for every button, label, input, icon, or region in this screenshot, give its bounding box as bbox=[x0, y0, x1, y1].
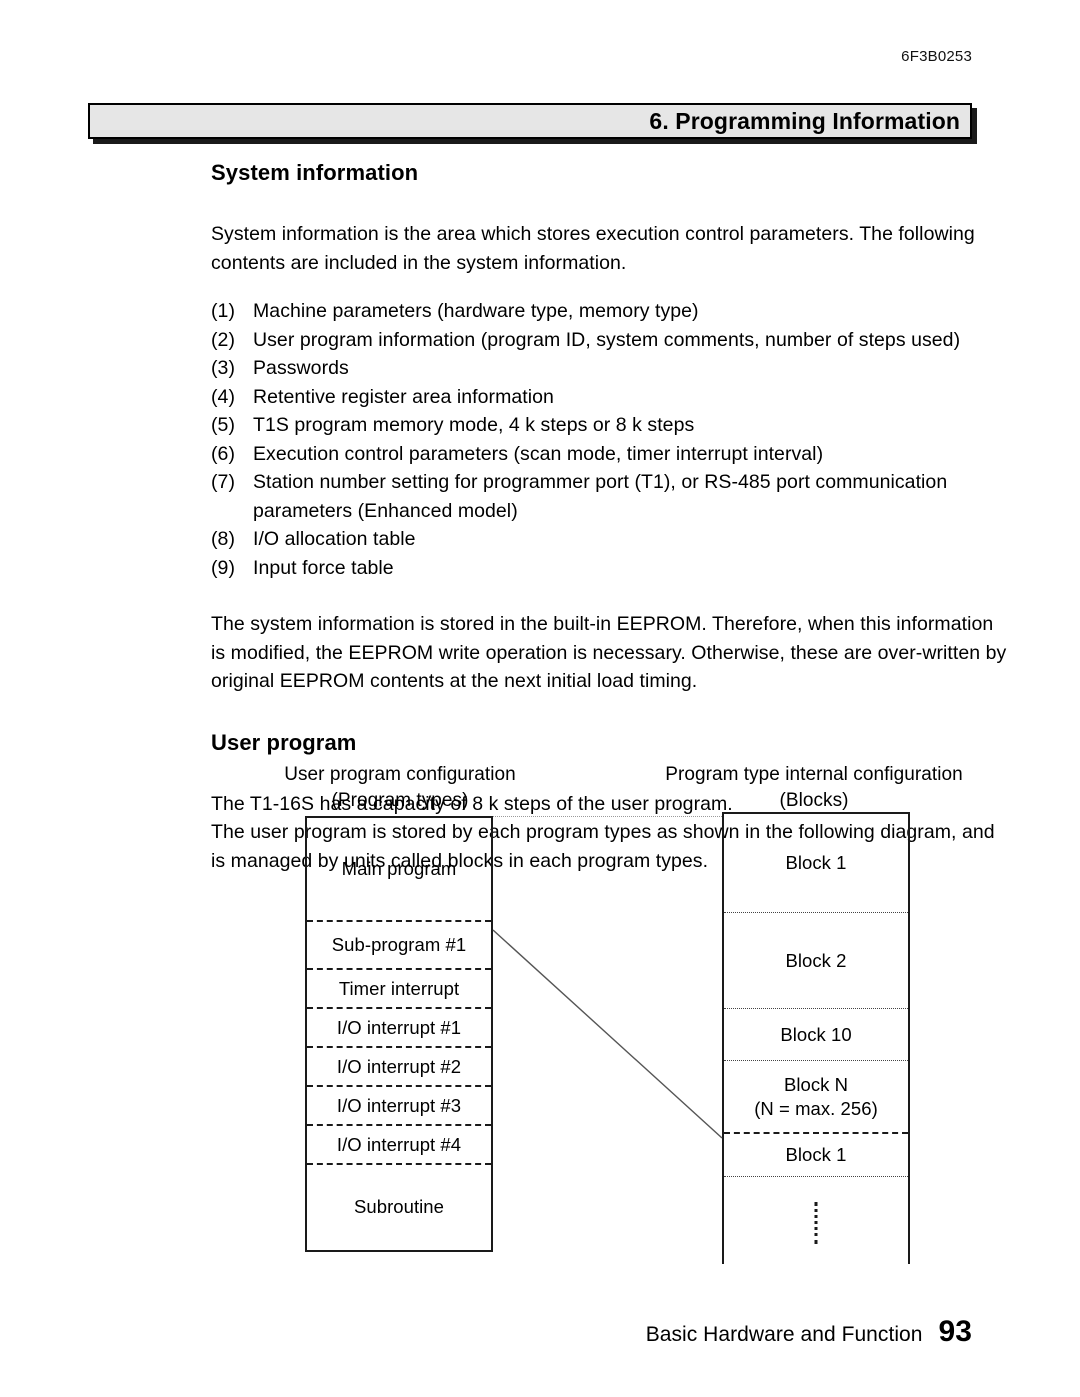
list-item-text: Machine parameters (hardware type, memor… bbox=[253, 300, 699, 322]
list-item-number: (9) bbox=[211, 556, 235, 579]
page-footer: Basic Hardware and Function 93 bbox=[646, 1315, 972, 1349]
list-item-text: Execution control parameters (scan mode,… bbox=[253, 442, 824, 465]
diagram-cell: I/O interrupt #2 bbox=[307, 1046, 491, 1085]
list-item-number: (7) bbox=[211, 471, 235, 493]
diagram-caption-left: User program configuration (Program type… bbox=[238, 762, 562, 814]
program-types-box: Main program Sub-program #1 Timer interrup… bbox=[305, 816, 493, 1252]
chapter-title-bar: 6. Programming Information bbox=[88, 103, 977, 144]
diagram-cell-sublabel: (N = max. 256) bbox=[754, 1097, 878, 1119]
list-item-text: Retentive register area information bbox=[253, 385, 554, 408]
system-information-list-item: (7) Station number setting for programmer… bbox=[211, 468, 1011, 525]
diagram-diagonal-connectors bbox=[492, 929, 723, 1139]
diagram-cell: Main program bbox=[307, 818, 491, 920]
diagram-cell: Sub-program #1 bbox=[307, 920, 491, 968]
diagram-caption-right-line2: (Blocks) bbox=[779, 790, 849, 811]
list-item-text: Passwords bbox=[253, 357, 349, 379]
diagram-cell-label: Block 1 bbox=[785, 852, 847, 873]
list-item-text: Station number setting for programmer po… bbox=[253, 471, 948, 522]
document-code: 6F3B0253 bbox=[901, 48, 972, 65]
diagram-cell-label: Subroutine bbox=[354, 1196, 444, 1217]
diagram-cell-label: Block 10 bbox=[780, 1023, 852, 1045]
diagram-caption-left-line2: (Program types) bbox=[331, 790, 469, 811]
system-information-list: (1) Machine parameters (hardware type, me… bbox=[211, 297, 1011, 582]
diagram-top-connector-line bbox=[493, 816, 722, 817]
diagram-cell-label: Timer interrupt bbox=[338, 977, 460, 999]
diagram-caption-left-line1: User program configuration bbox=[284, 764, 516, 785]
diagram-cell: Block 10 bbox=[724, 1008, 908, 1060]
section-heading-user-program: User program bbox=[211, 729, 357, 755]
diagram-cell-label: Block 1 bbox=[785, 1144, 847, 1165]
page-number: 93 bbox=[938, 1315, 972, 1348]
list-item-number: (5) bbox=[211, 414, 235, 436]
diagram-cell: I/O interrupt #3 bbox=[307, 1085, 491, 1124]
chapter-title: 6. Programming Information bbox=[649, 107, 960, 134]
system-information-list-item: (2) User program information (program ID,… bbox=[211, 326, 1011, 355]
system-information-list-item: (6) Execution control parameters (scan mo… bbox=[211, 440, 1011, 469]
diagram-caption-right: Program type internal configuration (Blo… bbox=[646, 762, 982, 814]
vertical-ellipsis-icon bbox=[814, 1202, 818, 1244]
diagram-cell: I/O interrupt #1 bbox=[307, 1007, 491, 1046]
list-item-number: (2) bbox=[211, 328, 235, 351]
diagram-cell-label: Block 2 bbox=[785, 949, 847, 971]
list-item-text: I/O allocation table bbox=[253, 528, 416, 550]
eeprom-note: The system information is stored in the … bbox=[211, 613, 1007, 692]
diagram-cell-label: I/O interrupt #4 bbox=[336, 1133, 462, 1155]
list-item-number: (1) bbox=[211, 300, 235, 322]
list-item-text: Input force table bbox=[253, 556, 394, 579]
list-item-text: T1S program memory mode, 4 k steps or 8 … bbox=[253, 414, 695, 436]
diagram-cell-label: I/O interrupt #3 bbox=[336, 1094, 462, 1116]
list-item-number: (3) bbox=[211, 357, 235, 379]
system-information-list-item: (5) T1S program memory mode, 4 k steps or… bbox=[211, 411, 1011, 440]
chapter-title-bar-box: 6. Programming Information bbox=[88, 103, 972, 139]
diagram-cell: Block 1 bbox=[724, 814, 908, 912]
system-information-list-item: (1) Machine parameters (hardware type, me… bbox=[211, 297, 1011, 326]
diagram-cell-label: Main program bbox=[341, 858, 457, 879]
system-information-list-item: (8) I/O allocation table bbox=[211, 525, 1011, 554]
list-item-number: (8) bbox=[211, 528, 235, 550]
diagram-cell: I/O interrupt #4 bbox=[307, 1124, 491, 1163]
diagram-cell: Block 2 bbox=[724, 912, 908, 1008]
diagram-cell: Block N (N = max. 256) bbox=[724, 1060, 908, 1132]
diagram-cell: Block 1 bbox=[724, 1132, 908, 1176]
system-information-intro: System information is the area which sto… bbox=[211, 223, 975, 274]
diagram-cell-label: Block N bbox=[783, 1073, 849, 1095]
footer-text: Basic Hardware and Function bbox=[645, 1323, 923, 1346]
list-item-text: User program information (program ID, sy… bbox=[253, 328, 961, 351]
blocks-box: Block 1 Block 2 Block 10 Block N (N = max. 2… bbox=[722, 812, 910, 1264]
program-configuration-diagram: User program configuration (Program type… bbox=[0, 762, 1080, 1272]
diagram-cell: Timer interrupt bbox=[307, 968, 491, 1007]
section-heading-system-information: System information bbox=[211, 160, 419, 185]
system-information-list-item: (9) Input force table bbox=[211, 554, 1011, 583]
diagram-cell: Subroutine bbox=[307, 1163, 491, 1249]
list-item-number: (4) bbox=[211, 385, 235, 408]
diagram-cell-label: Sub-program #1 bbox=[331, 934, 467, 955]
system-information-list-item: (4) Retentive register area information bbox=[211, 383, 1011, 412]
list-item-number: (6) bbox=[211, 442, 235, 465]
system-information-list-item: (3) Passwords bbox=[211, 354, 1011, 383]
diagram-caption-right-line1: Program type internal configuration bbox=[665, 764, 963, 785]
diagram-cell-label: I/O interrupt #1 bbox=[336, 1016, 462, 1038]
diagram-cell-label: I/O interrupt #2 bbox=[336, 1055, 462, 1077]
